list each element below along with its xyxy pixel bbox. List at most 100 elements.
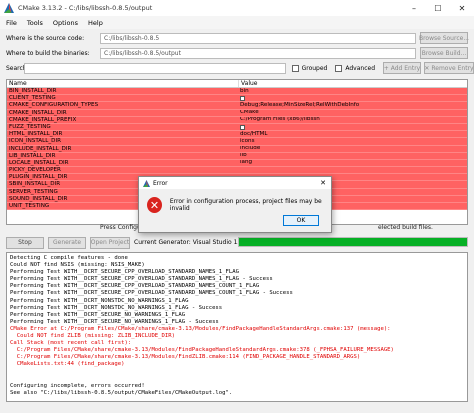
row-value[interactable]: C:/Program Files (x86)/libssh xyxy=(239,117,320,123)
output-line: Could NOT find ZLIB (missing: ZLIB_INCLU… xyxy=(10,333,176,340)
output-line: CMakeLists.txt:44 (find_package) xyxy=(10,361,125,368)
menu-help[interactable]: Help xyxy=(88,19,103,27)
table-row[interactable]: HTML_INSTALL_DIR doc/HTML xyxy=(7,131,467,139)
row-name: ICON_INSTALL_DIR xyxy=(9,138,62,145)
table-row[interactable]: PICKY_DEVELOPER xyxy=(7,167,467,175)
stop-button[interactable]: Stop xyxy=(6,236,44,249)
output-line: Performing Test WITH__DCRT_SECURE_NO_WAR… xyxy=(10,318,219,325)
cmake-logo-icon xyxy=(143,179,150,187)
grouped-checkbox[interactable] xyxy=(291,64,299,72)
table-row[interactable]: CLIENT_TESTING xyxy=(7,95,467,103)
row-name: CMAKE_INSTALL_DIR xyxy=(9,109,67,116)
error-dialog: Error ✕ ✕ Error in configuration process… xyxy=(138,176,332,233)
build-row: Where to build the binaries: C:/libs/lib… xyxy=(0,46,474,60)
menu-bar: File Tools Options Help xyxy=(0,16,474,29)
row-name: CMAKE_CONFIGURATION_TYPES xyxy=(9,102,99,109)
configure-hint-left: Press Configur xyxy=(100,224,144,231)
row-name: INCLUDE_INSTALL_DIR xyxy=(9,145,72,152)
output-line: Performing Test WITH__DCRT_SECURE_NO_WAR… xyxy=(10,311,186,318)
row-checkbox[interactable] xyxy=(240,95,245,101)
source-path-input[interactable]: C:/libs/libssh-0.8.5 xyxy=(100,32,416,44)
output-line: See also "C:/libs/libssh-0.8.5/output/CM… xyxy=(10,389,233,396)
title-bar: CMake 3.13.2 - C:/libs/libssh-0.8.5/outp… xyxy=(0,0,474,16)
search-row: Search: Grouped Advanced + Add Entry ✕ R… xyxy=(0,61,474,75)
row-checkbox[interactable] xyxy=(240,124,245,130)
table-row[interactable]: BIN_INSTALL_DIR bin xyxy=(7,88,467,96)
dialog-title-bar: Error ✕ xyxy=(139,177,331,189)
output-line: Performing Test WITH__DCRT_SECURE_CPP_OV… xyxy=(10,269,240,276)
menu-options[interactable]: Options xyxy=(53,19,78,27)
browse-build-button[interactable]: Browse Build... xyxy=(420,47,468,59)
value-column-header[interactable]: Value xyxy=(239,80,257,87)
source-row: Where is the source code: C:/libs/libssh… xyxy=(0,31,474,45)
actions-row: Stop Generate Open Project Current Gener… xyxy=(6,236,258,249)
output-line: Performing Test WITH__DCRT_SECURE_CPP_OV… xyxy=(10,276,273,283)
remove-entry-button[interactable]: ✕ Remove Entry xyxy=(424,62,474,74)
output-line: Performing Test WITH__DCRT_SECURE_CPP_OV… xyxy=(10,283,260,290)
output-line: CMake Error at C:/Program Files/CMake/sh… xyxy=(10,325,391,332)
minimize-button[interactable]: – xyxy=(402,0,426,16)
window-title: CMake 3.13.2 - C:/libs/libssh-0.8.5/outp… xyxy=(18,4,153,12)
maximize-button[interactable]: ☐ xyxy=(426,0,450,16)
row-value[interactable]: icons xyxy=(239,138,255,144)
build-path-input[interactable]: C:/libs/libssh-0.8.5/output xyxy=(100,47,416,59)
row-value[interactable]: lib xyxy=(239,153,247,159)
output-line: Performing Test WITH__DCRT_SECURE_CPP_OV… xyxy=(10,290,293,297)
table-header: Name Value xyxy=(7,80,467,88)
table-row[interactable]: CMAKE_INSTALL_PREFIX C:/Program Files (x8… xyxy=(7,116,467,124)
progress-bar xyxy=(238,237,468,247)
row-value[interactable] xyxy=(239,167,240,173)
advanced-checkbox[interactable] xyxy=(335,64,343,72)
row-name: CLIENT_TESTING xyxy=(9,95,56,102)
output-line: C:/Program Files/CMake/share/cmake-3.13/… xyxy=(10,347,394,354)
table-row[interactable]: CMAKE_CONFIGURATION_TYPES Debug;Release;M… xyxy=(7,102,467,110)
row-name: LOCALE_INSTALL_DIR xyxy=(9,159,69,166)
grouped-toggle[interactable]: Grouped xyxy=(291,64,327,72)
error-icon: ✕ xyxy=(147,197,162,213)
output-line: Call Stack (most recent call first): xyxy=(10,340,132,347)
row-value[interactable] xyxy=(239,95,245,101)
table-row[interactable]: LOCALE_INSTALL_DIR lang xyxy=(7,159,467,168)
dialog-title: Error xyxy=(153,179,168,187)
source-label: Where is the source code: xyxy=(6,34,85,42)
configure-hint-right: elected build files. xyxy=(378,224,433,231)
row-value[interactable]: Debug;Release;MinSizeRel;RelWithDebInfo xyxy=(239,102,359,108)
table-row[interactable]: ICON_INSTALL_DIR icons xyxy=(7,138,467,146)
dialog-message: Error in configuration process, project … xyxy=(169,198,322,212)
row-value[interactable]: include xyxy=(239,146,260,152)
output-log[interactable]: Detecting C compile features - done Could… xyxy=(6,252,468,402)
open-project-button[interactable]: Open Project xyxy=(90,236,130,249)
advanced-label: Advanced xyxy=(345,64,375,72)
row-name: CMAKE_INSTALL_PREFIX xyxy=(9,116,77,123)
search-input[interactable] xyxy=(24,62,286,74)
build-label: Where to build the binaries: xyxy=(6,49,90,57)
row-value[interactable]: doc/HTML xyxy=(239,131,268,137)
dialog-ok-button[interactable]: OK xyxy=(283,215,319,226)
table-row[interactable]: CMAKE_INSTALL_DIR CMake xyxy=(7,109,467,117)
generate-button[interactable]: Generate xyxy=(48,236,86,249)
add-entry-button[interactable]: + Add Entry xyxy=(383,62,421,74)
output-line: C:/Program Files/CMake/share/cmake-3.13/… xyxy=(10,354,361,361)
row-value[interactable]: CMake xyxy=(239,110,259,116)
row-name: BIN_INSTALL_DIR xyxy=(9,88,57,94)
name-column-header[interactable]: Name xyxy=(7,80,239,87)
row-value[interactable]: lang xyxy=(239,160,252,166)
output-line: Configuring incomplete, errors occurred! xyxy=(10,382,145,389)
close-button[interactable]: ✕ xyxy=(450,0,474,16)
menu-tools[interactable]: Tools xyxy=(27,19,43,27)
output-line: Performing Test WITH__DCRT_NONSTDC_NO_WA… xyxy=(10,304,223,311)
dialog-close-button[interactable]: ✕ xyxy=(315,179,331,187)
row-value[interactable]: bin xyxy=(239,88,249,94)
advanced-toggle[interactable]: Advanced xyxy=(335,64,375,72)
row-value[interactable] xyxy=(239,124,245,130)
search-label: Search: xyxy=(6,64,29,72)
table-row[interactable]: LIB_INSTALL_DIR lib xyxy=(7,152,467,160)
output-line: Could NOT find NSIS (missing: NSIS_MAKE) xyxy=(10,262,145,269)
browse-source-button[interactable]: Browse Source... xyxy=(419,32,469,44)
table-row[interactable]: INCLUDE_INSTALL_DIR include xyxy=(7,145,467,153)
row-name: PICKY_DEVELOPER xyxy=(9,167,61,174)
menu-file[interactable]: File xyxy=(6,19,17,27)
table-row[interactable]: FUZZ_TESTING xyxy=(7,123,467,132)
